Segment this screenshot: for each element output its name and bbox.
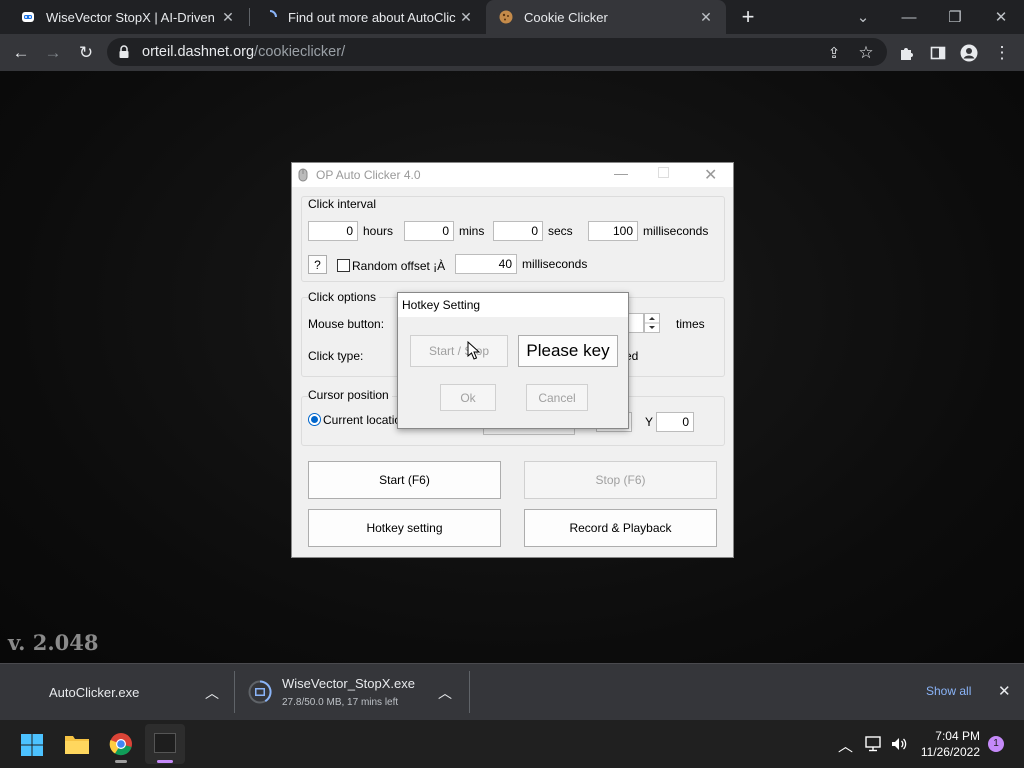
click-options-legend: Click options xyxy=(308,290,380,304)
show-all-link[interactable]: Show all xyxy=(926,684,971,698)
tab-cookie-clicker[interactable]: Cookie Clicker ✕ xyxy=(486,0,726,34)
ok-button[interactable]: Ok xyxy=(440,384,496,411)
minimize-icon[interactable]: — xyxy=(614,165,628,181)
network-icon[interactable] xyxy=(865,736,883,752)
chevron-up-icon[interactable]: ︿ xyxy=(838,735,853,756)
maximize-icon[interactable] xyxy=(658,167,669,178)
start-stop-button[interactable]: Start / Stop xyxy=(410,335,508,367)
close-tab-icon[interactable]: ✕ xyxy=(696,9,716,26)
secs-label: secs xyxy=(548,224,573,238)
loading-spinner-icon xyxy=(262,9,278,25)
close-icon[interactable]: ✕ xyxy=(704,165,717,185)
minimize-icon[interactable]: — xyxy=(886,0,932,34)
random-offset-label: Random offset ¡À xyxy=(352,259,446,273)
url-path: /cookieclicker/ xyxy=(254,44,346,60)
profile-avatar-icon[interactable] xyxy=(956,40,982,66)
close-shelf-icon[interactable]: ✕ xyxy=(998,682,1011,700)
repeat-spinner[interactable] xyxy=(644,313,660,333)
extensions-puzzle-icon[interactable] xyxy=(893,40,919,66)
game-version: v. 2.048 xyxy=(8,630,99,655)
tab-title: WiseVector StopX | AI-Driven Ma xyxy=(46,9,218,25)
record-playback-button[interactable]: Record & Playback xyxy=(524,509,717,547)
new-tab-button[interactable]: + xyxy=(736,4,760,30)
current-location-label: Current location xyxy=(323,413,408,427)
click-interval-legend: Click interval xyxy=(308,197,377,211)
start-button[interactable]: Start (F6) xyxy=(308,461,501,499)
active-indicator xyxy=(157,760,173,763)
random-offset-input[interactable]: 40 xyxy=(455,254,517,274)
url-host: orteil.dashnet.org xyxy=(142,44,255,60)
hours-label: hours xyxy=(363,224,394,238)
cursor-position-legend: Cursor position xyxy=(308,388,392,402)
hours-input[interactable]: 0 xyxy=(308,221,358,241)
notification-badge[interactable]: 1 xyxy=(988,736,1004,752)
milliseconds-label: milliseconds xyxy=(643,224,709,238)
back-arrow-icon[interactable]: ← xyxy=(8,40,34,66)
hotkey-capture-button[interactable]: Please key xyxy=(518,335,618,367)
hotkey-setting-dialog: Hotkey Setting Start / Stop Please key O… xyxy=(397,292,629,429)
y-label: Y xyxy=(645,415,654,429)
cookie-favicon xyxy=(498,9,514,25)
current-location-radio[interactable] xyxy=(308,413,321,426)
file-explorer-icon[interactable] xyxy=(64,733,90,755)
close-window-icon[interactable]: ✕ xyxy=(978,0,1024,34)
bookmark-star-icon[interactable]: ☆ xyxy=(853,40,879,66)
download-filename: WiseVector_StopX.exe xyxy=(282,676,415,691)
url-text[interactable]: orteil.dashnet.org/cookieclicker/ xyxy=(142,44,345,60)
volume-icon[interactable] xyxy=(890,736,908,752)
milliseconds-input[interactable]: 100 xyxy=(588,221,638,241)
clock-date[interactable]: 11/26/2022 xyxy=(912,745,980,759)
hotkey-title: Hotkey Setting xyxy=(402,298,481,312)
shelf-divider xyxy=(469,671,470,713)
mins-label: mins xyxy=(459,224,485,238)
hotkey-setting-button[interactable]: Hotkey setting xyxy=(308,509,501,547)
reload-icon[interactable]: ↻ xyxy=(73,40,99,66)
mins-input[interactable]: 0 xyxy=(404,221,454,241)
share-icon[interactable]: ⇪ xyxy=(821,40,847,66)
running-indicator xyxy=(115,760,127,763)
clock-time[interactable]: 7:04 PM xyxy=(918,729,980,743)
download-filename: AutoClicker.exe xyxy=(49,685,140,700)
close-tab-icon[interactable]: ✕ xyxy=(218,9,238,26)
click-type-label: Click type: xyxy=(308,349,364,363)
restore-icon[interactable]: ❐ xyxy=(932,0,978,34)
chevron-up-icon[interactable]: ︿ xyxy=(438,683,452,703)
auto-clicker-taskbar-item[interactable] xyxy=(145,724,185,764)
close-tab-icon[interactable]: ✕ xyxy=(456,9,476,26)
forward-arrow-icon[interactable]: → xyxy=(40,40,66,66)
chevron-up-icon[interactable]: ︿ xyxy=(205,683,219,703)
random-offset-checkbox[interactable] xyxy=(337,259,350,272)
chrome-icon[interactable] xyxy=(109,732,133,756)
robot-favicon xyxy=(20,9,36,25)
y-coordinate-input[interactable]: 0 xyxy=(656,412,694,432)
tab-title: Cookie Clicker xyxy=(524,9,608,25)
tab-search-icon[interactable]: ⌄ xyxy=(840,0,886,34)
tab-wisevector[interactable]: WiseVector StopX | AI-Driven Ma ✕ xyxy=(8,0,248,34)
lock-icon[interactable] xyxy=(118,45,130,59)
kebab-menu-icon[interactable]: ⋮ xyxy=(989,40,1015,66)
mouse-button-label: Mouse button: xyxy=(308,317,385,331)
times-label: times xyxy=(676,317,705,331)
clicker-title: OP Auto Clicker 4.0 xyxy=(316,168,421,182)
secs-input[interactable]: 0 xyxy=(493,221,543,241)
tab-autoclicker-info[interactable]: Find out more about AutoClicker ✕ xyxy=(250,0,486,34)
stop-button[interactable]: Stop (F6) xyxy=(524,461,717,499)
mouse-cursor-icon xyxy=(467,340,481,361)
windows-start-icon[interactable] xyxy=(20,733,44,757)
download-status: 27.8/50.0 MB, 17 mins left xyxy=(282,697,399,708)
download-progress-icon xyxy=(248,680,272,704)
tab-title: Find out more about AutoClicker xyxy=(288,9,456,25)
side-panel-icon[interactable] xyxy=(925,40,951,66)
random-offset-unit: milliseconds xyxy=(522,257,588,271)
cancel-button[interactable]: Cancel xyxy=(526,384,588,411)
mouse-app-icon xyxy=(298,168,308,182)
help-button[interactable]: ? xyxy=(308,255,327,274)
